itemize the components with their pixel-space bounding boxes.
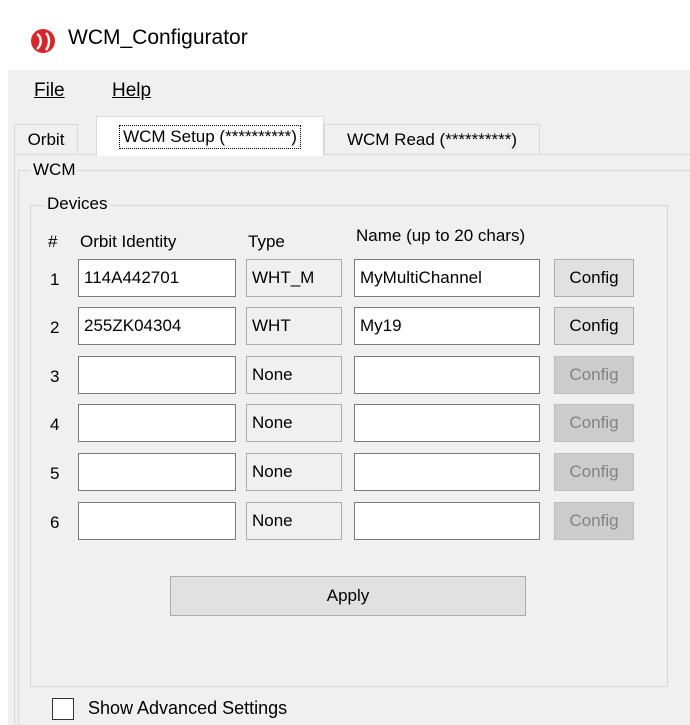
menu-help-label: Help bbox=[112, 80, 152, 101]
header-type: Type bbox=[248, 232, 285, 251]
row-2-orbit-identity-input[interactable]: 255ZK04304 bbox=[78, 307, 236, 345]
app-logo-icon bbox=[31, 29, 55, 53]
row-4-type-field: None bbox=[246, 404, 342, 442]
row-5-orbit-identity-input[interactable] bbox=[78, 453, 236, 491]
row-6-name-input[interactable] bbox=[354, 502, 540, 540]
show-advanced-settings-label[interactable]: Show Advanced Settings bbox=[88, 698, 287, 719]
row-1-orbit-identity-input[interactable]: 114A442701 bbox=[78, 259, 236, 297]
row-5-type-field: None bbox=[246, 453, 342, 491]
header-num: # bbox=[48, 232, 58, 251]
row-6-config-button[interactable]: Config bbox=[554, 502, 634, 540]
row-6-orbit-identity-input[interactable] bbox=[78, 502, 236, 540]
menu-help[interactable]: Help bbox=[112, 80, 151, 102]
row-1-number: 1 bbox=[50, 270, 60, 289]
row-4-orbit-identity-input[interactable] bbox=[78, 404, 236, 442]
tab-orbit-label: Orbit bbox=[27, 129, 65, 149]
window-title: WCM_Configurator bbox=[68, 26, 248, 49]
tab-wcm-setup-label: WCM Setup (**********) bbox=[119, 124, 301, 149]
row-5-number: 5 bbox=[50, 464, 60, 483]
menu-bar: File Help bbox=[8, 70, 690, 114]
header-orbit-identity: Orbit Identity bbox=[80, 232, 177, 251]
wcm-group-title: WCM bbox=[30, 160, 79, 180]
menu-file-label: File bbox=[34, 80, 65, 101]
row-2-number: 2 bbox=[50, 318, 60, 337]
tab-wcm-setup[interactable]: WCM Setup (**********) bbox=[96, 116, 324, 156]
row-2-type-field: WHT bbox=[246, 307, 342, 345]
row-3-orbit-identity-input[interactable] bbox=[78, 356, 236, 394]
row-2-name-input[interactable]: My19 bbox=[354, 307, 540, 345]
menu-file[interactable]: File bbox=[34, 80, 65, 102]
show-advanced-settings-checkbox[interactable] bbox=[52, 698, 74, 720]
header-name: Name (up to 20 chars) bbox=[356, 226, 526, 245]
row-6-number: 6 bbox=[50, 513, 60, 532]
title-bar: WCM_Configurator bbox=[0, 0, 690, 80]
row-3-config-button[interactable]: Config bbox=[554, 356, 634, 394]
row-4-name-input[interactable] bbox=[354, 404, 540, 442]
row-3-number: 3 bbox=[50, 367, 60, 386]
row-3-name-input[interactable] bbox=[354, 356, 540, 394]
row-5-name-input[interactable] bbox=[354, 453, 540, 491]
row-4-number: 4 bbox=[50, 415, 60, 434]
tab-wcm-read[interactable]: WCM Read (**********) bbox=[324, 124, 540, 154]
row-6-type-field: None bbox=[246, 502, 342, 540]
apply-button[interactable]: Apply bbox=[170, 576, 526, 616]
row-4-config-button[interactable]: Config bbox=[554, 404, 634, 442]
row-5-config-button[interactable]: Config bbox=[554, 453, 634, 491]
row-1-type-field: WHT_M bbox=[246, 259, 342, 297]
devices-group-title: Devices bbox=[44, 194, 111, 214]
row-1-name-input[interactable]: MyMultiChannel bbox=[354, 259, 540, 297]
tab-wcm-read-label: WCM Read (**********) bbox=[346, 129, 518, 149]
row-1-config-button[interactable]: Config bbox=[554, 259, 634, 297]
tab-orbit[interactable]: Orbit bbox=[14, 124, 78, 154]
row-2-config-button[interactable]: Config bbox=[554, 307, 634, 345]
row-3-type-field: None bbox=[246, 356, 342, 394]
